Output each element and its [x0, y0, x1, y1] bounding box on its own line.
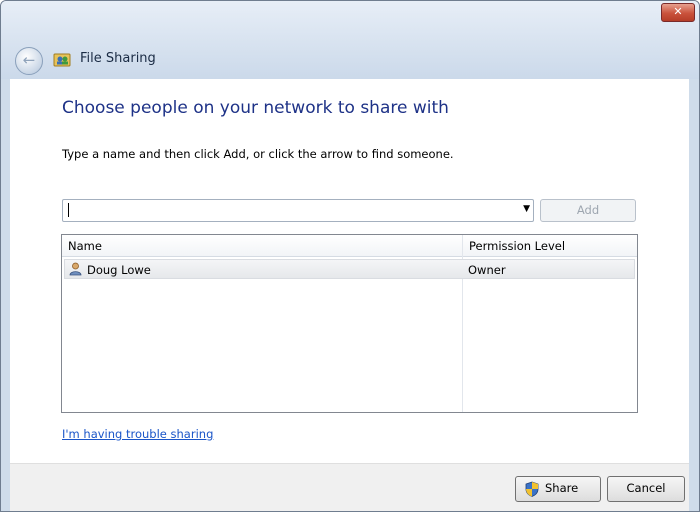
close-button[interactable]: ✕	[661, 3, 695, 22]
table-row[interactable]: Doug Lowe Owner	[64, 259, 635, 279]
name-combobox[interactable]: ▼	[62, 199, 534, 222]
column-header-permission[interactable]: Permission Level	[469, 239, 565, 253]
file-sharing-icon	[53, 53, 71, 67]
list-header: Name Permission Level	[62, 235, 637, 257]
user-icon	[69, 262, 82, 276]
row-permission-level[interactable]: Owner	[468, 263, 506, 277]
dropdown-arrow-icon[interactable]: ▼	[523, 204, 530, 214]
uac-shield-icon	[525, 481, 539, 497]
sharing-list: Name Permission Level Doug Lowe Owner	[61, 234, 638, 413]
window-title: File Sharing	[80, 51, 156, 66]
instruction-text: Type a name and then click Add, or click…	[62, 147, 454, 161]
add-button[interactable]: Add	[540, 199, 636, 222]
content-area: Choose people on your network to share w…	[10, 79, 689, 463]
footer-bar: Share Cancel	[10, 463, 689, 511]
share-button-label: Share	[545, 481, 579, 495]
title-bar: ✕ ← File Sharing	[1, 1, 699, 79]
text-caret	[68, 203, 69, 217]
column-header-name[interactable]: Name	[68, 239, 102, 253]
page-heading: Choose people on your network to share w…	[62, 98, 449, 118]
file-sharing-window: ✕ ← File Sharing Choose people on your n…	[0, 0, 700, 512]
back-arrow-icon[interactable]: ←	[15, 47, 43, 75]
row-user-name: Doug Lowe	[87, 263, 151, 277]
trouble-sharing-link[interactable]: I'm having trouble sharing	[62, 427, 213, 441]
cancel-button[interactable]: Cancel	[607, 476, 685, 502]
share-button[interactable]: Share	[515, 476, 601, 502]
